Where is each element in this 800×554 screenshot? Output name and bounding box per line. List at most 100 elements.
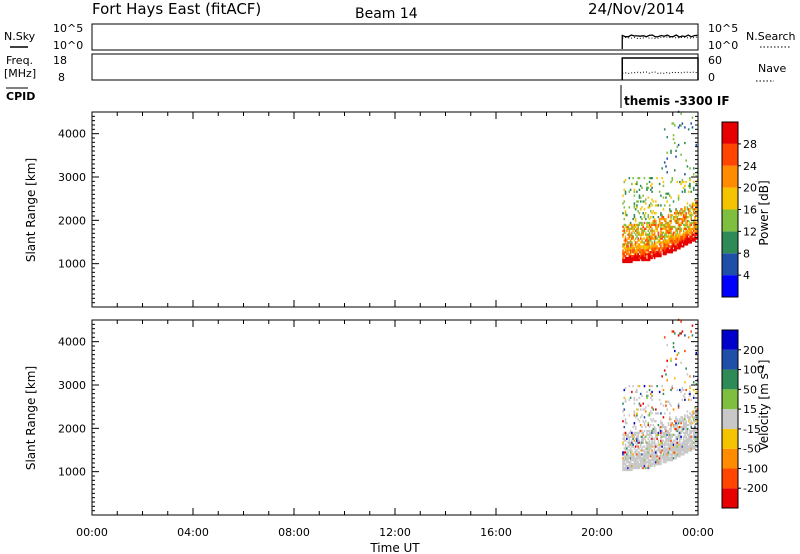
velocity-echo-cell — [633, 414, 636, 417]
power-echo-cell — [636, 241, 638, 244]
power-echo-cell — [638, 239, 641, 242]
velocity-echoes — [622, 318, 699, 472]
velocity-echo-cell — [643, 422, 646, 425]
power-echo-cell — [663, 128, 666, 131]
power-echo-cell — [648, 231, 651, 234]
velocity-echo-cell — [660, 453, 662, 456]
velocity-echo-cell — [681, 416, 684, 419]
velocity-echo-cell — [642, 420, 645, 423]
velocity-echo-cell — [684, 398, 686, 401]
power-echo-cell — [622, 225, 624, 228]
power-echo-cell — [682, 245, 685, 248]
velocity-echo-cell — [677, 427, 680, 431]
power-echo-cell — [641, 227, 643, 230]
power-echo-cell — [648, 241, 651, 244]
power-echo-cell — [680, 182, 682, 186]
velocity-panel-frame — [91, 319, 699, 516]
colorbar-segment — [722, 275, 738, 297]
velocity-echo-cell — [692, 375, 695, 378]
power-colorbar: 4 8 12 16 20 24 28 — [721, 121, 757, 298]
power-echo-cell — [684, 126, 686, 129]
power-echo-cell — [692, 186, 695, 189]
velocity-echo-cell — [639, 408, 642, 411]
power-echo-cell — [670, 219, 672, 223]
power-echo-cell — [691, 206, 694, 209]
velocity-echo-cell — [623, 408, 626, 411]
velocity-echo-cell — [629, 447, 632, 450]
velocity-echo-cell — [641, 394, 643, 397]
velocity-echo-cell — [622, 410, 624, 413]
velocity-echo-cell — [622, 443, 624, 446]
power-echo-cell — [636, 190, 638, 193]
power-echo-cell — [623, 245, 626, 248]
velocity-echo-cell — [648, 441, 651, 444]
velocity-echo-cell — [684, 414, 686, 417]
velocity-echo-cell — [661, 441, 663, 444]
velocity-echo-cell — [643, 385, 646, 388]
velocity-echo-cell — [670, 357, 672, 360]
power-echo-cell — [631, 223, 633, 227]
velocity-echo-cell — [651, 439, 653, 442]
power-echo-cell — [636, 180, 638, 184]
power-echo-cell — [670, 217, 672, 221]
power-echo-cell — [689, 167, 691, 170]
velocity-echo-cell — [657, 439, 660, 442]
power-echo-cell — [671, 227, 674, 230]
power-echo-cell — [639, 247, 642, 250]
velocity-echo-cell — [642, 402, 645, 405]
power-echo-cell — [642, 231, 645, 234]
power-echo-cell — [658, 190, 661, 193]
velocity-echo-cell — [650, 418, 652, 421]
power-echo-cell — [643, 229, 646, 232]
power-echo-cell — [648, 227, 651, 230]
power-echo-cell — [674, 169, 676, 172]
power-echo-cell — [651, 190, 653, 193]
power-echo-cell — [650, 253, 652, 256]
velocity-echo-cell — [681, 386, 684, 390]
velocity-echo-cell — [685, 435, 687, 438]
power-echo-cell — [623, 188, 626, 191]
velocity-echo-cell — [692, 418, 695, 421]
velocity-echo-cell — [677, 404, 680, 407]
power-echo-cell — [667, 243, 670, 246]
colorbar-segment — [722, 448, 738, 469]
velocity-echo-cell — [636, 414, 638, 417]
figure-title: Fort Hays East (fitACF) — [92, 0, 261, 18]
nave-label: Nave — [758, 62, 786, 75]
velocity-echo-cell — [686, 451, 689, 454]
velocity-echo-cell — [655, 427, 657, 431]
velocity-echo-cell — [681, 429, 684, 433]
power-echo-cell — [679, 231, 681, 234]
date-label: 24/Nov/2014 — [588, 0, 685, 18]
velocity-echo-cell — [665, 427, 667, 431]
velocity-echo-cell — [666, 344, 668, 347]
velocity-echo-cell — [665, 373, 667, 376]
power-echo-cell — [668, 208, 671, 211]
power-echo-cell — [690, 190, 692, 193]
power-echo-cell — [680, 124, 682, 127]
power-echo-cell — [663, 204, 666, 207]
velocity-echo-cell — [680, 435, 682, 438]
power-echo-cell — [660, 255, 662, 258]
velocity-echo-cell — [624, 463, 627, 466]
power-echo-cell — [656, 237, 658, 240]
power-echo-cell — [624, 190, 627, 193]
velocity-echo-cell — [663, 412, 666, 415]
velocity-echo-cell — [687, 427, 690, 431]
power-echo-cell — [674, 231, 676, 234]
velocity-echo-cell — [648, 439, 651, 442]
power-echo-cell — [626, 214, 628, 217]
velocity-echo-cell — [641, 435, 643, 438]
velocity-echo-cell — [674, 377, 676, 380]
velocity-echo-cell — [631, 441, 633, 444]
velocity-echo-cell — [653, 464, 656, 468]
power-echo-cell — [661, 177, 663, 180]
power-echo-cell — [691, 235, 694, 238]
power-echo-cell — [692, 180, 695, 184]
velocity-echo-cell — [684, 334, 686, 337]
power-panel: 1000 2000 3000 4000 Slant Range [km] 4 8 12 16… — [24, 110, 771, 308]
velocity-echo-cell — [689, 394, 691, 397]
power-echo-cell — [692, 210, 695, 213]
power-echo-cell — [646, 188, 648, 191]
power-echo-cell — [680, 153, 682, 156]
